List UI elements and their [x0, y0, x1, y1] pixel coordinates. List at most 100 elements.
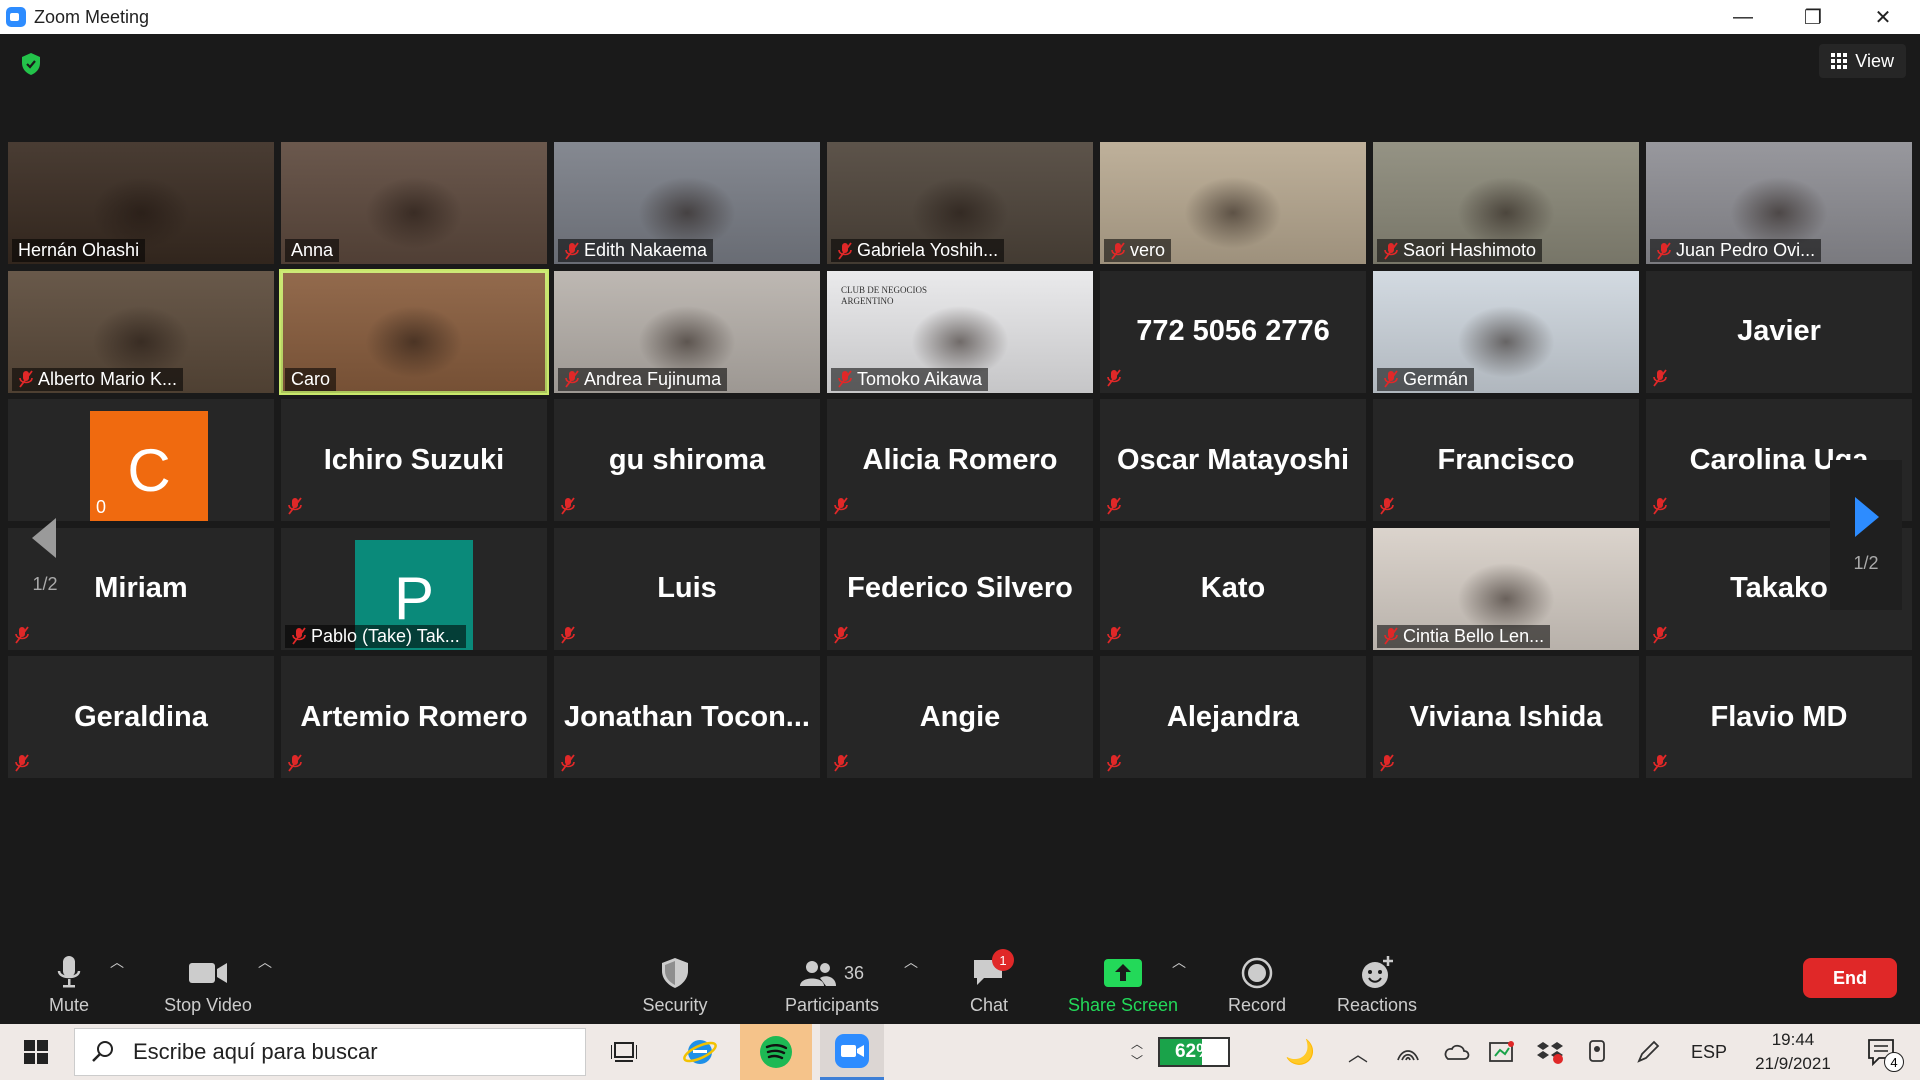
- participant-tile[interactable]: Angie: [827, 656, 1093, 779]
- taskbar-search-box[interactable]: Escribe aquí para buscar: [74, 1028, 586, 1076]
- participant-name: Caro: [291, 368, 331, 389]
- participant-tile[interactable]: Anna: [281, 142, 547, 264]
- participant-tile[interactable]: Edith Nakaema: [554, 142, 820, 264]
- participant-name: Anna: [291, 240, 334, 260]
- participant-name: Edith Nakaema: [584, 240, 708, 260]
- onedrive-cloud-icon[interactable]: [1438, 1024, 1474, 1080]
- participant-tile[interactable]: P Pablo (Take) Tak...: [281, 527, 547, 650]
- participants-button[interactable]: 36 Participants: [776, 940, 888, 1020]
- encryption-shield-icon[interactable]: [20, 52, 42, 76]
- participant-tile[interactable]: Saori Hashimoto: [1373, 142, 1639, 264]
- task-view-icon[interactable]: [596, 1024, 652, 1080]
- participants-options-caret-icon[interactable]: ︿: [904, 952, 918, 972]
- close-icon[interactable]: ✕: [1848, 0, 1918, 34]
- share-options-caret-icon[interactable]: ︿: [1172, 952, 1186, 972]
- night-mode-moon-icon[interactable]: 🌙: [1282, 1024, 1318, 1080]
- input-language[interactable]: ESP: [1684, 1024, 1734, 1080]
- window-title: Zoom Meeting: [34, 6, 150, 27]
- wifi-icon[interactable]: [1390, 1024, 1426, 1080]
- windows-taskbar: Escribe aquí para buscar ︿ ﹀ 62% 🌙 ︿ ESP …: [0, 1024, 1920, 1080]
- start-button[interactable]: [0, 1024, 72, 1080]
- muted-mic-icon: [833, 497, 849, 515]
- participant-name: 0: [96, 497, 107, 518]
- clock[interactable]: 19:44 21/9/2021: [1740, 1024, 1846, 1080]
- next-page-label: 1/2: [1853, 552, 1879, 573]
- record-button[interactable]: Record: [1226, 940, 1288, 1020]
- meeting-tray-icon[interactable]: [1580, 1024, 1616, 1080]
- end-meeting-button[interactable]: End: [1803, 958, 1897, 998]
- participant-tile[interactable]: Flavio MD: [1646, 656, 1912, 779]
- participant-tile[interactable]: Alicia Romero: [827, 399, 1093, 522]
- participant-tile[interactable]: Alberto Mario K...: [8, 270, 274, 393]
- share-screen-button[interactable]: Share Screen: [1066, 940, 1180, 1020]
- participant-tile[interactable]: Alejandra: [1100, 656, 1366, 779]
- show-hidden-icons-icon[interactable]: ︿: [1340, 1024, 1376, 1080]
- spotify-icon[interactable]: [740, 1024, 812, 1080]
- screenshot-tool-icon[interactable]: [1484, 1024, 1520, 1080]
- participant-name-label: Caro: [285, 367, 337, 391]
- reactions-button[interactable]: Reactions: [1332, 940, 1422, 1020]
- stop-video-button[interactable]: Stop Video: [160, 940, 256, 1020]
- next-page-button[interactable]: 1/2: [1830, 460, 1902, 610]
- muted-mic-icon: [564, 241, 580, 260]
- participant-tile[interactable]: Oscar Matayoshi: [1100, 399, 1366, 522]
- participant-name: Cintia Bello Len...: [1403, 625, 1545, 646]
- participant-name: Pablo (Take) Tak...: [311, 625, 460, 646]
- participant-tile[interactable]: Artemio Romero: [281, 656, 547, 779]
- participant-tile[interactable]: Germán: [1373, 270, 1639, 393]
- muted-mic-icon: [1383, 241, 1399, 260]
- video-banner-text: CLUB DE NEGOCIOS ARGENTINO: [841, 284, 928, 306]
- participants-count: 36: [843, 962, 865, 983]
- chat-badge: 1: [992, 949, 1014, 971]
- security-button[interactable]: Security: [628, 940, 722, 1020]
- chat-button[interactable]: 1 Chat: [958, 940, 1020, 1020]
- minimize-icon[interactable]: —: [1708, 0, 1778, 34]
- participant-name: Tomoko Aikawa: [857, 368, 983, 389]
- mute-button[interactable]: Mute: [38, 940, 100, 1020]
- tray-scroll-icon[interactable]: ︿ ﹀: [1126, 1024, 1148, 1080]
- muted-mic-icon: [833, 754, 849, 772]
- participant-name-label: Juan Pedro Ovi...: [1650, 239, 1822, 262]
- video-options-caret-icon[interactable]: ︿: [258, 952, 272, 972]
- participant-tile[interactable]: Francisco: [1373, 399, 1639, 522]
- muted-mic-icon: [14, 754, 30, 772]
- view-button[interactable]: View: [1819, 44, 1906, 78]
- battery-widget[interactable]: 62%: [1156, 1024, 1232, 1080]
- muted-mic-icon: [1656, 241, 1672, 260]
- previous-page-button[interactable]: 1/2: [16, 496, 74, 616]
- restore-icon[interactable]: ❐: [1778, 0, 1848, 34]
- internet-explorer-icon[interactable]: [672, 1024, 728, 1080]
- participant-tile[interactable]: Hernán Ohashi: [8, 142, 274, 264]
- muted-mic-icon: [1110, 241, 1126, 260]
- zoom-taskbar-icon[interactable]: [820, 1024, 884, 1080]
- participant-tile[interactable]: Jonathan Tocon...: [554, 656, 820, 779]
- participant-tile[interactable]: Gabriela Yoshih...: [827, 142, 1093, 264]
- audio-options-caret-icon[interactable]: ︿: [110, 952, 124, 972]
- participant-tile[interactable]: Juan Pedro Ovi...: [1646, 142, 1912, 264]
- security-shield-icon: [662, 958, 688, 988]
- muted-mic-icon: [833, 626, 849, 644]
- participant-name: Luis: [657, 572, 717, 605]
- participant-tile[interactable]: Andrea Fujinuma: [554, 270, 820, 393]
- participant-name: gu shiroma: [608, 443, 766, 476]
- participant-tile[interactable]: Luis: [554, 527, 820, 650]
- participant-name-label: Cintia Bello Len...: [1377, 624, 1551, 648]
- participant-name: Alejandra: [1166, 700, 1300, 733]
- participant-tile[interactable]: Federico Silvero: [827, 527, 1093, 650]
- dropbox-icon[interactable]: [1532, 1024, 1568, 1080]
- participant-tile[interactable]: Cintia Bello Len...: [1373, 527, 1639, 650]
- participant-tile[interactable]: vero: [1100, 142, 1366, 264]
- participant-name: Geraldina: [74, 700, 208, 733]
- chat-label: Chat: [969, 995, 1009, 1015]
- participant-tile[interactable]: Caro: [279, 268, 549, 395]
- participant-tile[interactable]: CLUB DE NEGOCIOS ARGENTINO Tomoko Aikawa: [827, 270, 1093, 393]
- participant-tile[interactable]: gu shiroma: [554, 399, 820, 522]
- participant-tile[interactable]: Viviana Ishida: [1373, 656, 1639, 779]
- participant-tile[interactable]: Ichiro Suzuki: [281, 399, 547, 522]
- participant-tile[interactable]: Javier: [1646, 270, 1912, 393]
- participant-tile[interactable]: Kato: [1100, 527, 1366, 650]
- participant-tile[interactable]: 772 5056 2776: [1100, 270, 1366, 393]
- pen-icon[interactable]: [1630, 1024, 1666, 1080]
- notifications-button[interactable]: 4: [1852, 1024, 1912, 1080]
- participant-tile[interactable]: Geraldina: [8, 656, 274, 779]
